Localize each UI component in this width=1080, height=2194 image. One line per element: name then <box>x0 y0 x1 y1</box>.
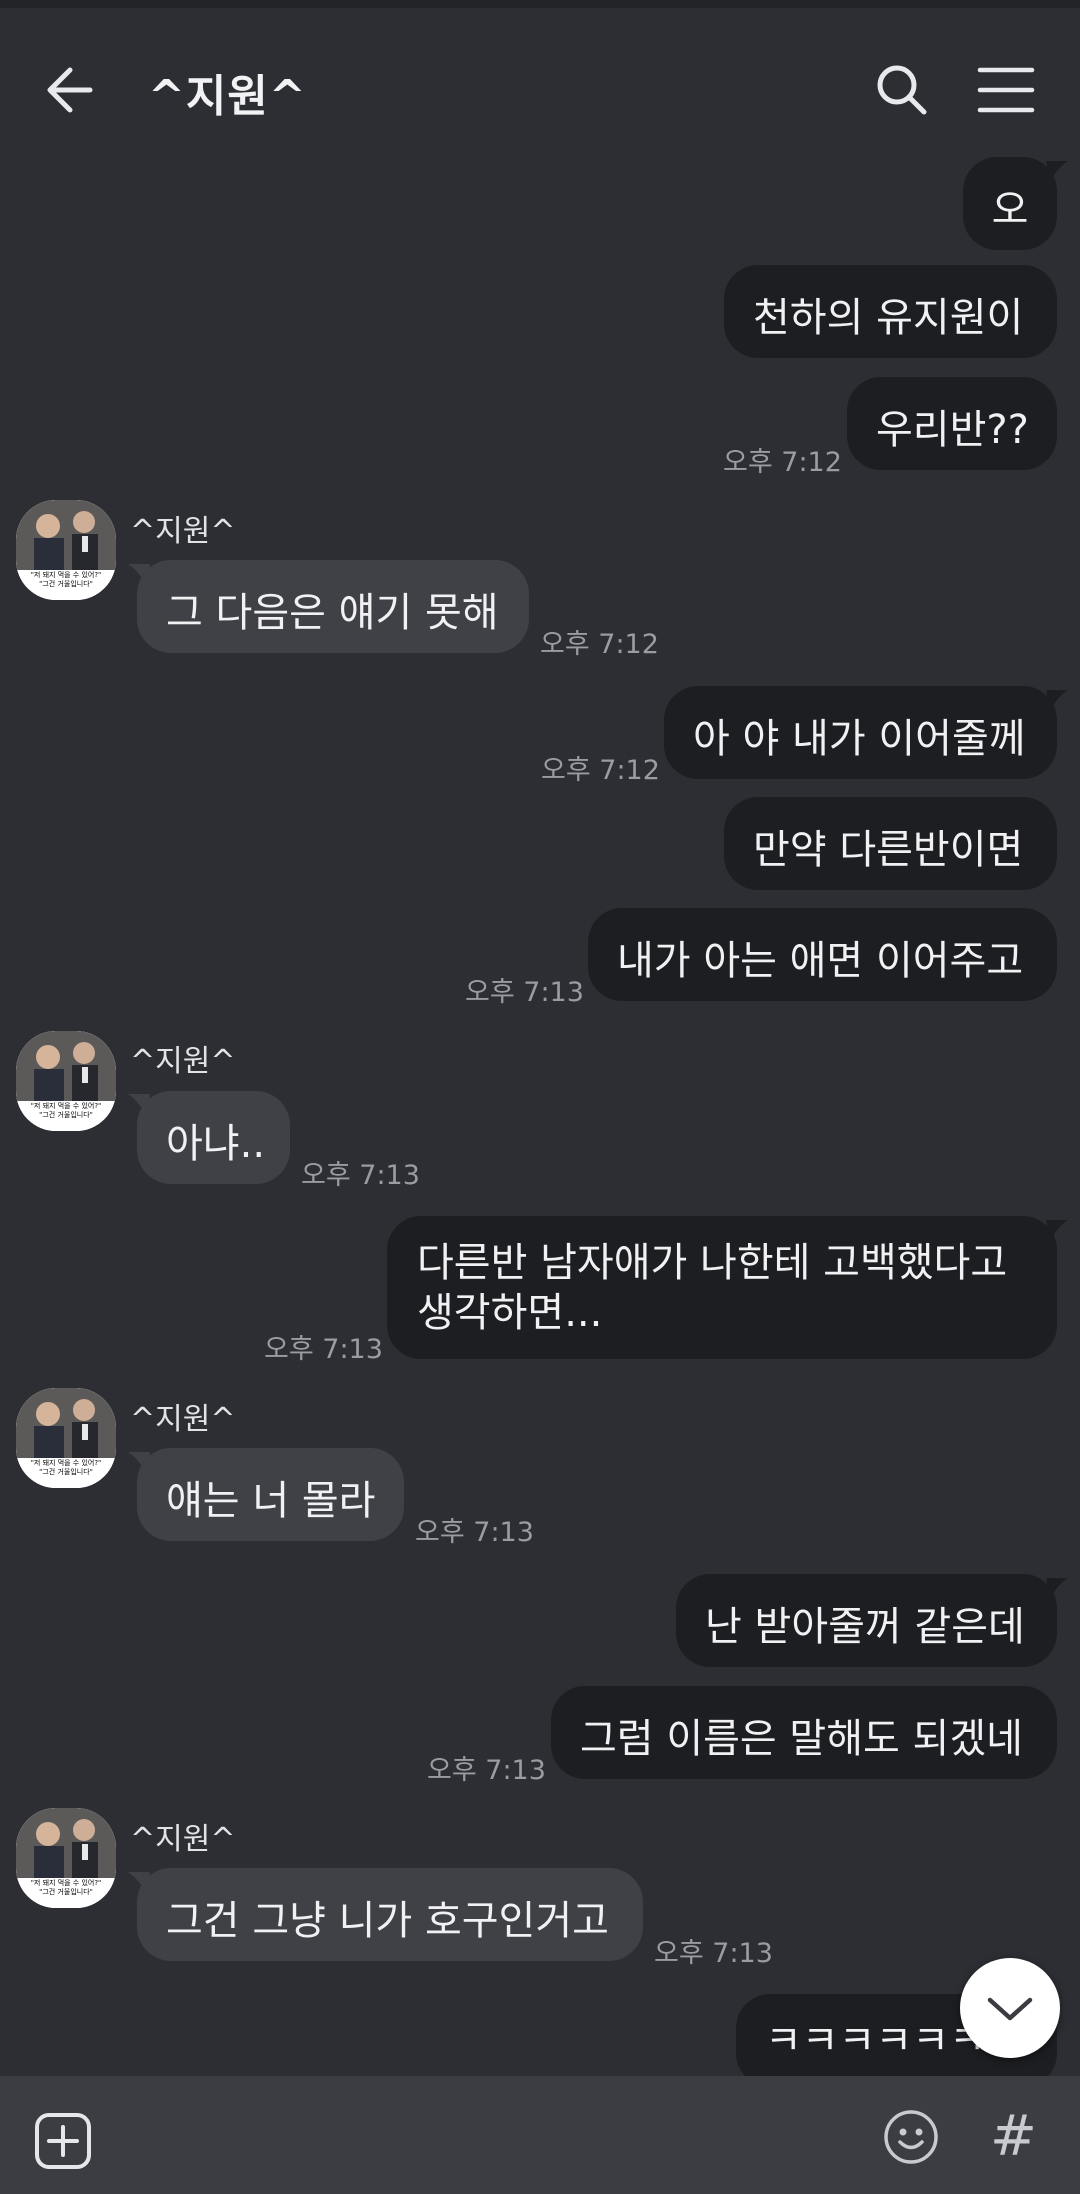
bubble-tail <box>1046 1220 1068 1242</box>
message-timestamp: 오후 7:13 <box>301 1160 420 1191</box>
message-text: 내가 아는 애면 이어주고 <box>617 938 1024 984</box>
message-bubble-incoming[interactable]: 그 다음은 얘기 못해 <box>137 560 529 653</box>
message-timestamp: 오후 7:12 <box>541 755 660 786</box>
message-bubble-outgoing[interactable]: 만약 다른반이면 <box>724 797 1057 890</box>
message-text: 아 야 내가 이어줄께 <box>693 716 1026 762</box>
message-list[interactable]: 오 천하의 유지원이 오후 7:12 우리반?? "저 돼지 먹을 수 있어?"… <box>0 0 1080 2087</box>
message-text: 천하의 유지원이 <box>753 295 1024 341</box>
scroll-to-bottom-button[interactable] <box>960 1958 1060 2058</box>
input-bar: # <box>0 2076 1080 2194</box>
message-timestamp: 오후 7:12 <box>540 629 659 660</box>
message-bubble-incoming[interactable]: 얘는 너 몰라 <box>137 1448 404 1541</box>
bubble-tail <box>1046 161 1068 183</box>
message-timestamp: 오후 7:13 <box>465 977 584 1008</box>
message-bubble-incoming[interactable]: 아냐.. <box>137 1091 290 1184</box>
message-timestamp: 오후 7:13 <box>654 1938 773 1969</box>
message-text: 우리반?? <box>876 407 1029 453</box>
message-bubble-incoming[interactable]: 그건 그냥 니가 호구인거고 <box>137 1868 643 1961</box>
message-bubble-outgoing[interactable]: 아 야 내가 이어줄께 <box>664 686 1057 779</box>
message-bubble-outgoing[interactable]: 난 받아줄꺼 같은데 <box>676 1574 1057 1667</box>
smiley-icon <box>884 2110 938 2164</box>
avatar-caption: "저 돼지 먹을 수 있어?" "그건 거울입니다" <box>30 1102 102 1119</box>
message-text: 그 다음은 얘기 못해 <box>166 590 499 636</box>
message-text: 다른반 남자애가 나한테 고백했다고 생각하면... <box>417 1240 1008 1336</box>
avatar-caption: "저 돼지 먹을 수 있어?" "그건 거울입니다" <box>30 571 102 588</box>
message-timestamp: 오후 7:13 <box>427 1755 546 1786</box>
message-text: 아냐.. <box>166 1121 266 1167</box>
message-text: 그럼 이름은 말해도 되겠네 <box>580 1716 1023 1762</box>
chevron-down-icon <box>987 1997 1033 2021</box>
message-timestamp: 오후 7:13 <box>264 1334 383 1365</box>
message-bubble-outgoing[interactable]: 오 <box>963 157 1057 250</box>
sender-name: ^지원^ <box>130 1822 236 1857</box>
hashtag-button[interactable]: # <box>990 2104 1037 2169</box>
attach-button[interactable] <box>34 2112 92 2170</box>
bubble-tail <box>1046 690 1068 712</box>
avatar[interactable]: "저 돼지 먹을 수 있어?" "그건 거울입니다" <box>16 1388 116 1488</box>
avatar-caption: "저 돼지 먹을 수 있어?" "그건 거울입니다" <box>30 1879 102 1896</box>
message-text: 얘는 너 몰라 <box>166 1478 376 1524</box>
message-text: 만약 다른반이면 <box>753 827 1024 873</box>
message-bubble-outgoing[interactable]: 우리반?? <box>847 377 1057 470</box>
message-text: 난 받아줄꺼 같은데 <box>705 1604 1025 1650</box>
plus-square-icon <box>35 2113 91 2169</box>
avatar[interactable]: "저 돼지 먹을 수 있어?" "그건 거울입니다" <box>16 500 116 600</box>
avatar[interactable]: "저 돼지 먹을 수 있어?" "그건 거울입니다" <box>16 1031 116 1131</box>
message-timestamp: 오후 7:13 <box>415 1517 534 1548</box>
message-bubble-outgoing[interactable]: 내가 아는 애면 이어주고 <box>588 908 1057 1001</box>
bubble-tail <box>1046 1578 1068 1600</box>
sender-name: ^지원^ <box>130 1044 236 1079</box>
message-bubble-outgoing[interactable]: 다른반 남자애가 나한테 고백했다고 생각하면... <box>387 1216 1057 1359</box>
emoji-button[interactable] <box>882 2108 940 2166</box>
avatar-caption: "저 돼지 먹을 수 있어?" "그건 거울입니다" <box>30 1459 102 1476</box>
sender-name: ^지원^ <box>130 514 236 549</box>
message-timestamp: 오후 7:12 <box>723 447 842 478</box>
avatar[interactable]: "저 돼지 먹을 수 있어?" "그건 거울입니다" <box>16 1808 116 1908</box>
message-text: 그건 그냥 니가 호구인거고 <box>166 1898 609 1944</box>
message-bubble-outgoing[interactable]: 그럼 이름은 말해도 되겠네 <box>551 1686 1057 1779</box>
message-text: 오 <box>991 187 1029 233</box>
sender-name: ^지원^ <box>130 1402 236 1437</box>
message-bubble-outgoing[interactable]: 천하의 유지원이 <box>724 265 1057 358</box>
